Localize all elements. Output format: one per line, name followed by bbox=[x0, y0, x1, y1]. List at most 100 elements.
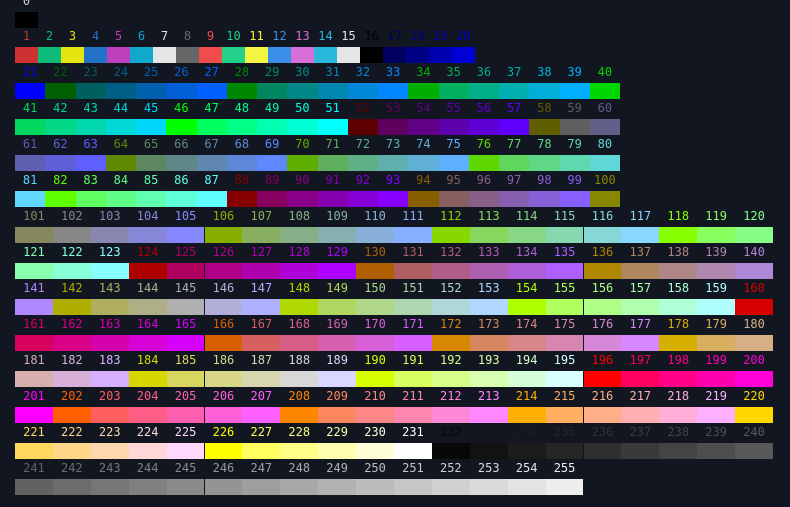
color-240-swatch bbox=[735, 443, 773, 459]
color-217-number: 217 bbox=[629, 389, 652, 403]
color-186-number: 186 bbox=[212, 353, 235, 367]
color-145-swatch bbox=[166, 299, 205, 315]
color-136-number: 136 bbox=[591, 245, 614, 259]
color-229-number: 229 bbox=[326, 425, 348, 439]
color-62-number: 62 bbox=[53, 137, 68, 151]
color-9-swatch bbox=[199, 47, 222, 63]
color-109-number: 109 bbox=[326, 209, 348, 223]
color-211-swatch bbox=[394, 407, 432, 423]
color-2-number: 2 bbox=[45, 29, 54, 43]
color-183-swatch bbox=[90, 371, 129, 387]
color-62-swatch bbox=[45, 155, 76, 171]
color-199-swatch bbox=[697, 371, 736, 387]
color-156-number: 156 bbox=[591, 281, 614, 295]
color-224-number: 224 bbox=[136, 425, 159, 439]
color-81-swatch bbox=[15, 191, 46, 207]
color-167-swatch bbox=[242, 335, 281, 351]
color-45-swatch bbox=[136, 119, 167, 135]
color-8-number: 8 bbox=[183, 29, 192, 43]
color-255-number: 255 bbox=[553, 461, 576, 475]
color-36-number: 36 bbox=[476, 65, 492, 79]
color-158-swatch bbox=[659, 299, 698, 315]
color-10-number: 10 bbox=[226, 29, 241, 43]
color-40-number: 40 bbox=[597, 65, 613, 79]
color-201-number: 201 bbox=[23, 389, 45, 403]
color-26-number: 26 bbox=[174, 65, 189, 79]
color-253-swatch bbox=[469, 479, 508, 495]
color-49-swatch bbox=[257, 119, 288, 135]
color-155-number: 155 bbox=[553, 281, 576, 295]
color-95-number: 95 bbox=[446, 173, 461, 187]
color-130-number: 130 bbox=[364, 245, 386, 259]
color-249-swatch bbox=[318, 479, 357, 495]
color-84-number: 84 bbox=[113, 173, 129, 187]
color-86-number: 86 bbox=[174, 173, 189, 187]
color-209-swatch bbox=[318, 407, 357, 423]
color-143-number: 143 bbox=[98, 281, 121, 295]
color-242-swatch bbox=[52, 479, 91, 495]
color-166-swatch bbox=[204, 335, 243, 351]
color-25-swatch bbox=[136, 83, 167, 99]
color-244-swatch bbox=[128, 479, 167, 495]
color-168-swatch bbox=[280, 335, 319, 351]
color-126-number: 126 bbox=[212, 245, 235, 259]
color-192-swatch bbox=[431, 371, 470, 387]
color-101-swatch bbox=[15, 227, 53, 243]
color-99-swatch bbox=[559, 191, 590, 207]
color-249-number: 249 bbox=[326, 461, 348, 475]
color-127-number: 127 bbox=[250, 245, 273, 259]
color-119-number: 119 bbox=[705, 209, 727, 223]
color-171-swatch bbox=[394, 335, 432, 351]
color-221-number: 221 bbox=[23, 425, 45, 439]
color-50-number: 50 bbox=[295, 101, 310, 115]
color-115-number: 115 bbox=[553, 209, 576, 223]
color-123-number: 123 bbox=[98, 245, 121, 259]
color-102-swatch bbox=[52, 227, 91, 243]
color-48-swatch bbox=[226, 119, 257, 135]
color-32-swatch bbox=[347, 83, 378, 99]
color-12-swatch bbox=[268, 47, 291, 63]
color-251-swatch bbox=[394, 479, 432, 495]
color-231-number: 231 bbox=[402, 425, 424, 439]
color-182-swatch bbox=[52, 371, 91, 387]
color-214-number: 214 bbox=[515, 389, 538, 403]
color-53-swatch bbox=[378, 119, 409, 135]
color-79-number: 79 bbox=[567, 137, 582, 151]
color-228-swatch bbox=[280, 443, 319, 459]
color-96-number: 96 bbox=[476, 173, 492, 187]
color-27-swatch bbox=[196, 83, 227, 99]
color-175-swatch bbox=[545, 335, 584, 351]
color-190-number: 190 bbox=[364, 353, 386, 367]
color-95-swatch bbox=[438, 191, 469, 207]
color-156-swatch bbox=[583, 299, 622, 315]
color-93-number: 93 bbox=[385, 173, 401, 187]
color-14-swatch bbox=[314, 47, 337, 63]
color-34-swatch bbox=[408, 83, 439, 99]
color-129-number: 129 bbox=[326, 245, 348, 259]
color-150-number: 150 bbox=[364, 281, 386, 295]
color-161-swatch bbox=[15, 335, 53, 351]
color-113-swatch bbox=[469, 227, 508, 243]
color-178-number: 178 bbox=[667, 317, 690, 331]
color-109-swatch bbox=[318, 227, 357, 243]
color-65-number: 65 bbox=[143, 137, 159, 151]
color-15-number: 15 bbox=[341, 29, 356, 43]
color-202-swatch bbox=[52, 407, 91, 423]
color-191-swatch bbox=[394, 371, 432, 387]
color-218-number: 218 bbox=[667, 389, 690, 403]
color-177-swatch bbox=[621, 335, 660, 351]
color-206-swatch bbox=[204, 407, 243, 423]
color-67-number: 67 bbox=[204, 137, 219, 151]
color-15-swatch bbox=[337, 47, 360, 63]
color-18-swatch bbox=[406, 47, 429, 63]
color-134-swatch bbox=[507, 263, 546, 279]
color-37-number: 37 bbox=[506, 65, 522, 79]
color-114-swatch bbox=[507, 227, 546, 243]
color-232-swatch bbox=[431, 443, 470, 459]
color-129-swatch bbox=[318, 263, 357, 279]
color-7-swatch bbox=[153, 47, 176, 63]
color-132-number: 132 bbox=[439, 245, 462, 259]
color-182-number: 182 bbox=[60, 353, 83, 367]
color-70-number: 70 bbox=[295, 137, 310, 151]
color-142-swatch bbox=[52, 299, 91, 315]
